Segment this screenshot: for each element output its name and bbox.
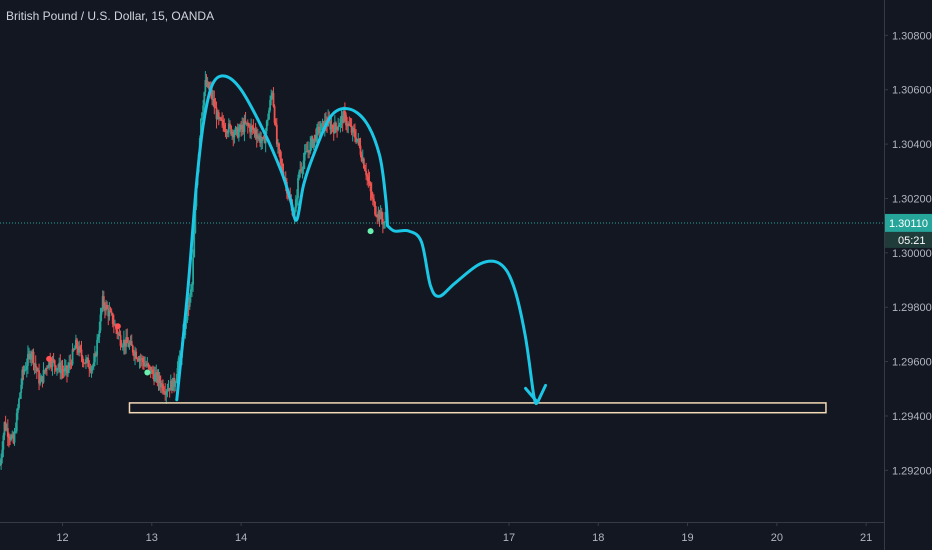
signal-marker-buy	[367, 228, 374, 235]
price-axis-label: 1.30600	[892, 85, 932, 97]
price-axis-label: 1.30000	[892, 248, 932, 260]
signal-marker-sell	[114, 323, 121, 330]
chart-title: British Pound / U.S. Dollar, 15, OANDA	[6, 9, 215, 23]
time-axis-label: 18	[592, 532, 604, 544]
time-axis-label: 14	[235, 532, 247, 544]
signal-marker-buy	[144, 369, 151, 376]
time-axis-label: 12	[56, 532, 68, 544]
price-axis-label: 1.29400	[892, 411, 932, 423]
price-axis-label: 1.30400	[892, 139, 932, 151]
price-axis-label: 1.30200	[892, 193, 932, 205]
candle-body	[148, 365, 151, 367]
price-axis-label: 1.29600	[892, 357, 932, 369]
time-axis-label: 20	[771, 532, 783, 544]
chart-root: 1.29200 1.29400 1.29600 1.29800 1.30000 1.302…	[0, 0, 932, 550]
countdown-label: 05:21	[898, 235, 926, 247]
candle-body	[297, 178, 299, 198]
candle-body	[278, 143, 280, 150]
last-price-label: 1.30110	[889, 218, 928, 230]
time-axis-label: 13	[146, 532, 158, 544]
price-chart[interactable]: 1.29200 1.29400 1.29600 1.29800 1.30000 1.302…	[0, 0, 932, 550]
candle-body	[174, 383, 177, 387]
time-axis-label: 19	[681, 532, 693, 544]
candle-body	[45, 368, 48, 370]
time-axis-label: 21	[860, 532, 872, 544]
signal-marker-sell	[46, 355, 53, 362]
price-axis-label: 1.29200	[892, 465, 932, 477]
price-axis-label: 1.30800	[892, 30, 932, 42]
candle-body	[335, 122, 337, 127]
time-axis-label: 17	[503, 532, 515, 544]
candle-body	[53, 360, 56, 366]
candle-body	[18, 398, 20, 408]
candle-body	[337, 126, 340, 130]
price-axis-label: 1.29800	[892, 302, 932, 314]
candle-body	[192, 257, 194, 285]
